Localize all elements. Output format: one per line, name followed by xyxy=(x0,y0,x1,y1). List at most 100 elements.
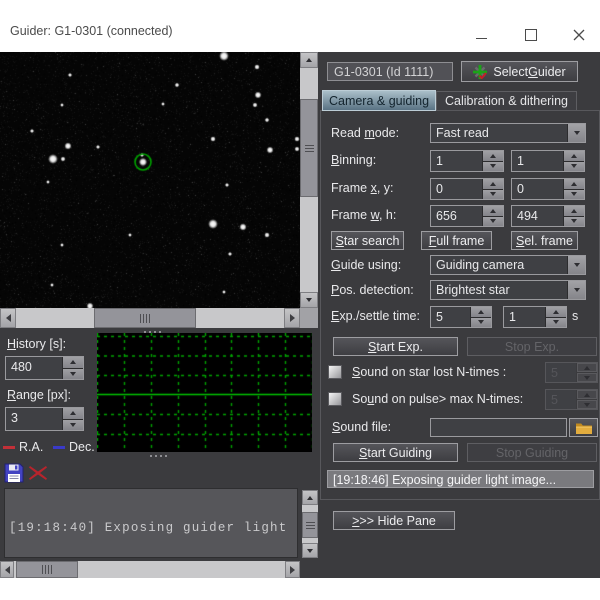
spin-down-icon[interactable] xyxy=(63,420,83,431)
sound-file-input[interactable] xyxy=(430,418,567,437)
pos-detection-dropdown[interactable]: Brightest star xyxy=(430,280,586,300)
spin-up-icon[interactable] xyxy=(483,206,503,216)
spin-down-icon xyxy=(577,373,597,382)
guide-using-dropdown[interactable]: Guiding camera xyxy=(430,255,586,275)
spin-up-icon[interactable] xyxy=(483,151,503,161)
clear-log-button[interactable] xyxy=(28,463,48,483)
folder-icon xyxy=(576,422,592,434)
history-spinner[interactable]: 480 xyxy=(5,356,84,380)
red-x-icon xyxy=(28,463,48,483)
sel-frame-button[interactable]: Sel. frame xyxy=(511,231,578,250)
frame-x-spinner[interactable]: 0 xyxy=(430,178,504,200)
scroll-up-icon[interactable] xyxy=(302,490,318,505)
sound-pulse-max-spinner: 5 xyxy=(545,389,598,410)
chevron-down-icon[interactable] xyxy=(567,124,585,142)
spin-down-icon[interactable] xyxy=(546,318,566,328)
image-vscroll-thumb[interactable] xyxy=(300,99,318,197)
spin-down-icon[interactable] xyxy=(564,217,584,227)
save-log-button[interactable] xyxy=(4,463,24,483)
spin-up-icon[interactable] xyxy=(483,179,503,189)
spin-up-icon[interactable] xyxy=(546,307,566,317)
dec-legend-label: Dec. xyxy=(69,440,95,454)
tab-camera-guiding[interactable]: Camera & guiding xyxy=(322,90,436,111)
scroll-left-icon[interactable] xyxy=(0,561,14,578)
client-area: History [s]: 480 Range [px]: 3 R.A. Dec. xyxy=(0,52,600,578)
spin-down-icon[interactable] xyxy=(63,369,83,380)
log-vscroll-thumb[interactable] xyxy=(302,512,318,538)
select-guider-icon xyxy=(473,65,487,79)
log-vertical-scrollbar[interactable] xyxy=(302,490,318,558)
frame-y-spinner[interactable]: 0 xyxy=(511,178,585,200)
spin-down-icon[interactable] xyxy=(471,318,491,328)
range-spinner[interactable]: 3 xyxy=(5,407,84,431)
spin-down-icon[interactable] xyxy=(483,162,503,172)
sound-star-lost-checkbox[interactable] xyxy=(328,365,342,379)
chevron-down-icon[interactable] xyxy=(567,256,585,274)
hide-pane-button[interactable]: >>> Hide Pane xyxy=(333,511,455,530)
tab-calibration-dithering[interactable]: Calibration & dithering xyxy=(436,91,577,111)
image-vertical-scrollbar[interactable] xyxy=(300,52,318,308)
browse-sound-file-button[interactable] xyxy=(569,418,598,437)
close-icon[interactable] xyxy=(569,26,589,44)
star-search-button[interactable]: Star search xyxy=(331,231,404,250)
scroll-right-icon[interactable] xyxy=(284,308,300,328)
guider-id-field: G1-0301 (Id 1111) xyxy=(327,62,453,81)
start-exposure-button[interactable]: Start Exp. xyxy=(333,337,458,356)
scroll-down-icon[interactable] xyxy=(300,292,318,308)
status-field: [19:18:46] Exposing guider light image..… xyxy=(327,470,594,488)
exposure-time-spinner[interactable]: 5 xyxy=(430,306,492,328)
seconds-unit-label: s xyxy=(572,309,578,323)
frame-w-spinner[interactable]: 656 xyxy=(430,205,504,227)
titlebar: Guider: G1-0301 (connected) xyxy=(0,0,600,52)
binning-x-spinner[interactable]: 1 xyxy=(430,150,504,172)
full-frame-button[interactable]: Full frame xyxy=(421,231,492,250)
chevron-down-icon[interactable] xyxy=(567,281,585,299)
guide-using-label: Guide using: xyxy=(331,258,401,272)
read-mode-dropdown[interactable]: Fast read xyxy=(430,123,586,143)
log-output[interactable]: [19:18:40] Exposing guider light [19:18:… xyxy=(4,488,298,558)
image-horizontal-scrollbar[interactable] xyxy=(0,308,300,328)
frame-h-spinner[interactable]: 494 xyxy=(511,205,585,227)
spin-up-icon[interactable] xyxy=(63,408,83,419)
scroll-right-icon[interactable] xyxy=(285,561,300,578)
stop-exposure-button: Stop Exp. xyxy=(467,337,597,356)
desktop-background xyxy=(0,578,600,600)
ra-legend-swatch xyxy=(3,446,15,449)
select-guider-button[interactable]: Select Guider xyxy=(461,61,578,82)
stop-guiding-button: Stop Guiding xyxy=(467,443,597,462)
binning-label: Binning: xyxy=(331,153,376,167)
log-hscroll-thumb[interactable] xyxy=(16,561,78,578)
spin-up-icon[interactable] xyxy=(564,151,584,161)
ra-legend-label: R.A. xyxy=(19,440,43,454)
spin-up-icon[interactable] xyxy=(564,206,584,216)
dec-legend-swatch xyxy=(53,446,65,449)
exp-settle-label: Exp./settle time: xyxy=(331,309,420,323)
log-line: [19:18:40] Exposing guider light xyxy=(9,521,297,535)
scroll-left-icon[interactable] xyxy=(0,308,16,328)
image-hscroll-thumb[interactable] xyxy=(94,308,196,328)
start-guiding-button[interactable]: Start Guiding xyxy=(333,443,458,462)
starfield-canvas[interactable] xyxy=(0,52,300,308)
scroll-down-icon[interactable] xyxy=(302,543,318,558)
pos-detection-label: Pos. detection: xyxy=(331,283,414,297)
spin-up-icon[interactable] xyxy=(63,357,83,368)
binning-y-spinner[interactable]: 1 xyxy=(511,150,585,172)
spin-up-icon xyxy=(577,390,597,399)
frame-wh-label: Frame w, h: xyxy=(331,208,396,222)
spin-down-icon[interactable] xyxy=(564,190,584,200)
guiding-graph-canvas xyxy=(97,333,312,452)
log-horizontal-scrollbar[interactable] xyxy=(0,561,300,578)
sound-pulse-max-checkbox[interactable] xyxy=(328,392,342,406)
spin-up-icon[interactable] xyxy=(564,179,584,189)
spin-down-icon[interactable] xyxy=(483,190,503,200)
settle-time-spinner[interactable]: 1 xyxy=(503,306,567,328)
splitter-handle[interactable] xyxy=(150,455,167,457)
spin-down-icon[interactable] xyxy=(564,162,584,172)
spin-down-icon[interactable] xyxy=(483,217,503,227)
minimize-icon[interactable] xyxy=(471,26,491,44)
scroll-up-icon[interactable] xyxy=(300,52,318,68)
sound-star-lost-label: Sound on star lost N-times : xyxy=(352,365,506,379)
spin-up-icon[interactable] xyxy=(471,307,491,317)
maximize-icon[interactable] xyxy=(521,26,541,44)
spin-up-icon xyxy=(577,363,597,372)
